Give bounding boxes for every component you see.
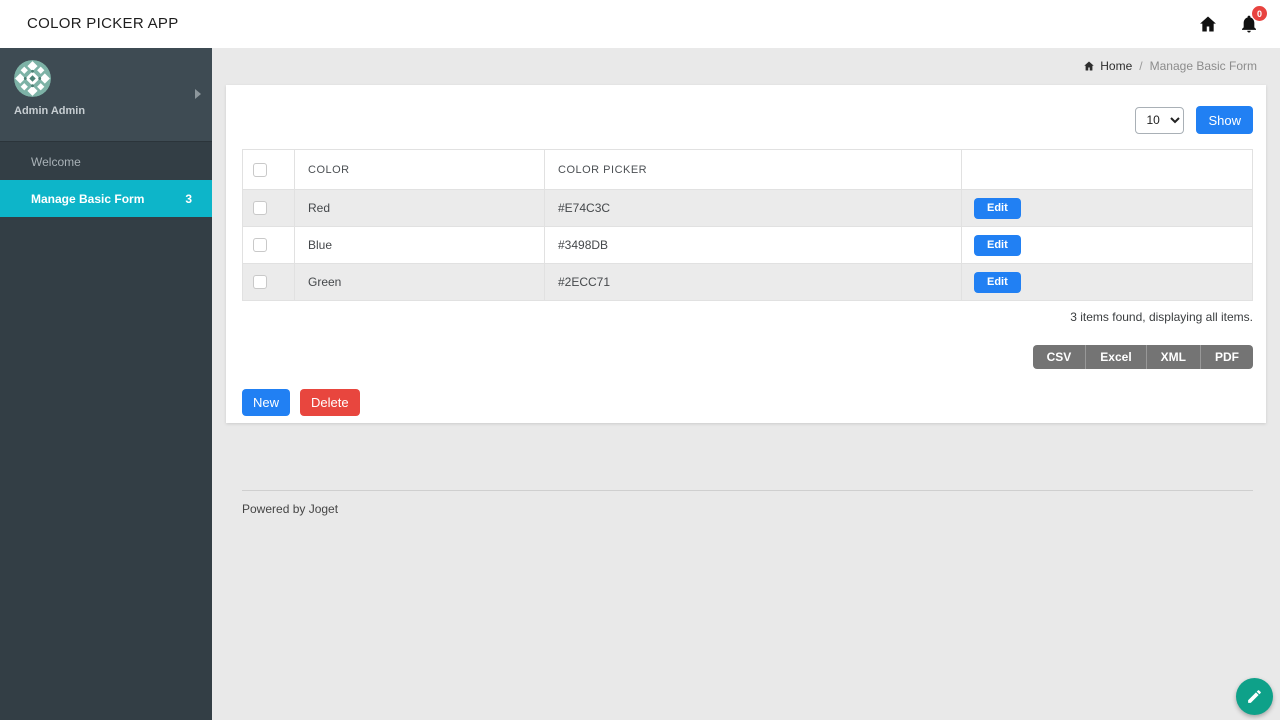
sidebar-item-manage-basic-form[interactable]: Manage Basic Form 3: [0, 180, 212, 217]
user-avatar[interactable]: [14, 60, 51, 97]
page-size-select[interactable]: 10: [1135, 107, 1184, 134]
home-icon: [1083, 60, 1095, 72]
color-picker-cell: #2ECC71: [545, 264, 962, 301]
color-picker-cell: #3498DB: [545, 227, 962, 264]
table-body: Red #E74C3C Edit Blue #3498DB Edit Green…: [243, 190, 1253, 301]
breadcrumb-home-link[interactable]: Home: [1083, 59, 1132, 73]
app-title: COLOR PICKER APP: [27, 15, 179, 32]
breadcrumb-separator: /: [1139, 59, 1142, 73]
sidebar-profile: Admin Admin: [0, 48, 212, 142]
sidebar-menu: Welcome Manage Basic Form 3: [0, 143, 212, 217]
color-cell: Green: [295, 264, 545, 301]
column-header-color: COLOR: [295, 150, 545, 190]
column-header-color-picker: COLOR PICKER: [545, 150, 962, 190]
export-button[interactable]: CSV: [1033, 345, 1086, 369]
edit-button[interactable]: Edit: [974, 235, 1021, 256]
notifications-bell-icon[interactable]: 0: [1239, 14, 1259, 34]
row-checkbox[interactable]: [253, 238, 267, 252]
edit-button[interactable]: Edit: [974, 272, 1021, 293]
items-found-summary: 3 items found, displaying all items.: [242, 310, 1253, 324]
export-button[interactable]: XML: [1146, 345, 1200, 369]
list-toolbar: 10 Show: [242, 106, 1253, 134]
table-header-row: COLOR COLOR PICKER: [243, 150, 1253, 190]
powered-by-text: Powered by Joget: [242, 502, 338, 516]
breadcrumb: Home / Manage Basic Form: [212, 48, 1280, 84]
column-header-actions: [962, 150, 1253, 190]
top-bar: COLOR PICKER APP 0: [0, 0, 1280, 48]
main-content: Home / Manage Basic Form 10 Show COLOR C…: [212, 48, 1280, 720]
delete-button[interactable]: Delete: [300, 389, 360, 416]
topbar-icons: 0: [1198, 14, 1259, 34]
export-button-group: CSV Excel XML PDF: [1033, 345, 1253, 369]
home-icon[interactable]: [1198, 14, 1218, 34]
record-actions: New Delete: [242, 389, 1253, 416]
color-cell: Blue: [295, 227, 545, 264]
select-all-checkbox[interactable]: [253, 163, 267, 177]
pencil-icon: [1246, 688, 1263, 705]
export-row: CSV Excel XML PDF: [242, 345, 1253, 369]
sidebar-item-welcome[interactable]: Welcome: [0, 143, 212, 180]
sidebar-item-label: Welcome: [31, 155, 81, 169]
export-button[interactable]: Excel: [1085, 345, 1145, 369]
page-footer: Powered by Joget: [242, 490, 1253, 516]
color-cell: Red: [295, 190, 545, 227]
color-picker-cell: #E74C3C: [545, 190, 962, 227]
row-checkbox[interactable]: [253, 201, 267, 215]
table-row: Blue #3498DB Edit: [243, 227, 1253, 264]
sidebar: Admin Admin Welcome Manage Basic Form 3: [0, 48, 212, 720]
new-button[interactable]: New: [242, 389, 290, 416]
breadcrumb-home-label: Home: [1100, 59, 1132, 73]
records-table: COLOR COLOR PICKER Red #E74C3C Edit Blue…: [242, 149, 1253, 301]
table-row: Red #E74C3C Edit: [243, 190, 1253, 227]
breadcrumb-current: Manage Basic Form: [1150, 59, 1257, 73]
edit-page-fab[interactable]: [1236, 678, 1273, 715]
notification-count-badge: 0: [1251, 5, 1268, 22]
row-checkbox[interactable]: [253, 275, 267, 289]
user-name: Admin Admin: [14, 105, 85, 117]
table-row: Green #2ECC71 Edit: [243, 264, 1253, 301]
list-card: 10 Show COLOR COLOR PICKER Red #E74C3C E…: [226, 85, 1266, 423]
export-button[interactable]: PDF: [1200, 345, 1253, 369]
sidebar-item-count-badge: 3: [185, 192, 192, 206]
edit-button[interactable]: Edit: [974, 198, 1021, 219]
sidebar-item-label: Manage Basic Form: [31, 192, 144, 206]
show-button[interactable]: Show: [1196, 106, 1253, 134]
chevron-right-icon[interactable]: [195, 89, 201, 99]
